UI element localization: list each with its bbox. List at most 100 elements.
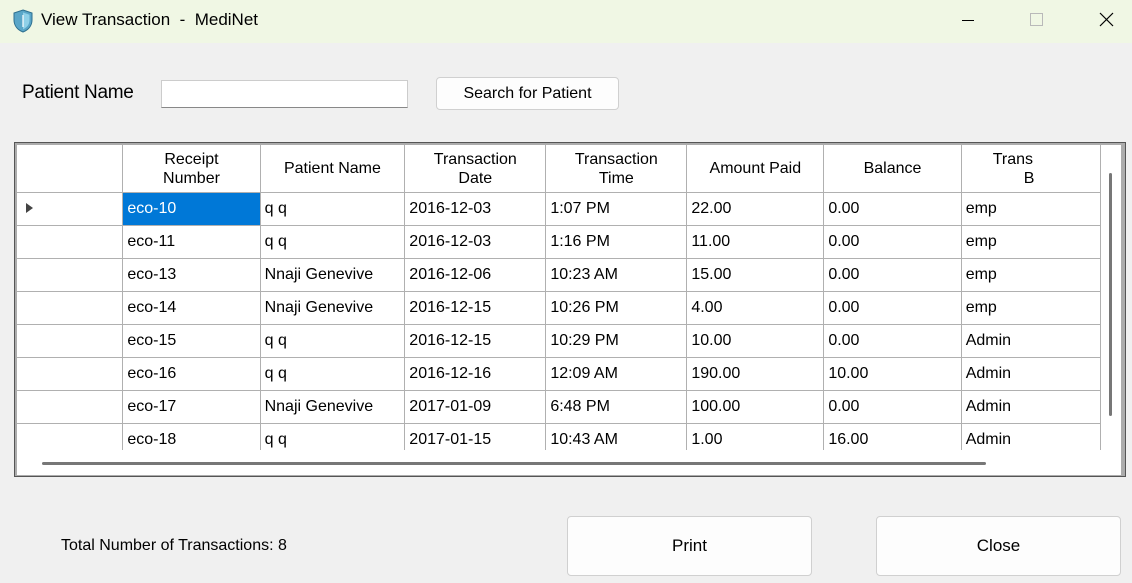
row-header[interactable]: [17, 258, 124, 292]
amount-paid-cell[interactable]: 10.00: [686, 324, 825, 358]
column-header-transaction-date[interactable]: Transaction Date: [404, 145, 547, 193]
patient-name-input[interactable]: [161, 80, 408, 108]
receipt-number-cell[interactable]: eco-15: [122, 324, 261, 358]
transaction-date-cell[interactable]: 2017-01-09: [404, 390, 547, 424]
transacted-by-cell[interactable]: Admin: [961, 423, 1101, 450]
table-row[interactable]: eco-10 q q 2016-12-03 1:07 PM 22.00 0.00 emp: [17, 192, 1101, 226]
transaction-time-cell[interactable]: 6:48 PM: [545, 390, 688, 424]
transaction-time-cell[interactable]: 1:07 PM: [545, 192, 688, 226]
patient-name-label: Patient Name: [22, 82, 134, 103]
row-header[interactable]: [17, 357, 124, 391]
patient-name-cell[interactable]: q q: [260, 192, 406, 226]
row-header[interactable]: [17, 291, 124, 325]
transaction-time-cell[interactable]: 12:09 AM: [545, 357, 688, 391]
transactions-grid[interactable]: Receipt Number Patient Name Transaction Da…: [14, 142, 1126, 477]
patient-name-cell[interactable]: Nnaji Genevive: [260, 390, 406, 424]
table-row[interactable]: eco-13 Nnaji Genevive 2016-12-06 10:23 AM 15…: [17, 258, 1101, 292]
horizontal-scroll-thumb[interactable]: [42, 462, 986, 465]
table-row[interactable]: eco-15 q q 2016-12-15 10:29 PM 10.00 0.00 Admi…: [17, 324, 1101, 358]
column-header-receipt-number[interactable]: Receipt Number: [122, 145, 261, 193]
transaction-time-cell[interactable]: 1:16 PM: [545, 225, 688, 259]
search-for-patient-button[interactable]: Search for Patient: [436, 77, 619, 110]
receipt-number-cell[interactable]: eco-11: [122, 225, 261, 259]
table-row[interactable]: eco-17 Nnaji Genevive 2017-01-09 6:48 PM 100…: [17, 390, 1101, 424]
row-header[interactable]: [17, 225, 124, 259]
transacted-by-cell[interactable]: emp: [961, 192, 1101, 226]
receipt-number-cell[interactable]: eco-16: [122, 357, 261, 391]
column-header-balance[interactable]: Balance: [823, 145, 962, 193]
header-row: Receipt Number Patient Name Transaction Da…: [17, 145, 1101, 193]
receipt-number-cell[interactable]: eco-14: [122, 291, 261, 325]
row-header-corner: [17, 145, 124, 193]
transaction-date-cell[interactable]: 2017-01-15: [404, 423, 547, 450]
patient-name-cell[interactable]: q q: [260, 225, 406, 259]
transaction-time-cell[interactable]: 10:29 PM: [545, 324, 688, 358]
table-row[interactable]: eco-14 Nnaji Genevive 2016-12-15 10:26 PM 4.…: [17, 291, 1101, 325]
minimize-button[interactable]: [934, 0, 1004, 40]
table-row[interactable]: eco-16 q q 2016-12-16 12:09 AM 190.00 10.00 Ad…: [17, 357, 1101, 391]
close-window-button[interactable]: [1071, 0, 1132, 40]
transaction-date-cell[interactable]: 2016-12-15: [404, 324, 547, 358]
transacted-by-cell[interactable]: Admin: [961, 357, 1101, 391]
transaction-time-cell[interactable]: 10:43 AM: [545, 423, 688, 450]
balance-cell[interactable]: 16.00: [823, 423, 962, 450]
receipt-number-cell[interactable]: eco-18: [122, 423, 261, 450]
patient-name-cell[interactable]: q q: [260, 357, 406, 391]
transaction-time-cell[interactable]: 10:23 AM: [545, 258, 688, 292]
amount-paid-cell[interactable]: 22.00: [686, 192, 825, 226]
row-header[interactable]: [17, 324, 124, 358]
transaction-date-cell[interactable]: 2016-12-16: [404, 357, 547, 391]
transacted-by-cell[interactable]: emp: [961, 258, 1101, 292]
transacted-by-cell[interactable]: Admin: [961, 390, 1101, 424]
transaction-date-cell[interactable]: 2016-12-15: [404, 291, 547, 325]
print-button[interactable]: Print: [567, 516, 812, 576]
patient-name-cell[interactable]: Nnaji Genevive: [260, 291, 406, 325]
transaction-time-cell[interactable]: 10:26 PM: [545, 291, 688, 325]
amount-paid-cell[interactable]: 11.00: [686, 225, 825, 259]
table-row[interactable]: eco-18 q q 2017-01-15 10:43 AM 1.00 16.00 Admi…: [17, 423, 1101, 450]
balance-cell[interactable]: 0.00: [823, 192, 962, 226]
patient-name-cell[interactable]: Nnaji Genevive: [260, 258, 406, 292]
receipt-number-cell[interactable]: eco-10: [122, 192, 261, 226]
transacted-by-cell[interactable]: Admin: [961, 324, 1101, 358]
transaction-date-cell[interactable]: 2016-12-06: [404, 258, 547, 292]
window-title: View Transaction - MediNet: [41, 10, 258, 29]
balance-cell[interactable]: 0.00: [823, 258, 962, 292]
close-button[interactable]: Close: [876, 516, 1121, 576]
grid-viewport: Receipt Number Patient Name Transaction Da…: [17, 145, 1101, 450]
balance-cell[interactable]: 10.00: [823, 357, 962, 391]
balance-cell[interactable]: 0.00: [823, 225, 962, 259]
balance-cell[interactable]: 0.00: [823, 390, 962, 424]
receipt-number-cell[interactable]: eco-13: [122, 258, 261, 292]
transactions-table: Receipt Number Patient Name Transaction Da…: [17, 145, 1101, 450]
column-header-transaction-time[interactable]: Transaction Time: [545, 145, 688, 193]
row-header[interactable]: [17, 192, 124, 226]
amount-paid-cell[interactable]: 4.00: [686, 291, 825, 325]
receipt-number-cell[interactable]: eco-17: [122, 390, 261, 424]
maximize-button[interactable]: [1001, 0, 1071, 40]
amount-paid-cell[interactable]: 190.00: [686, 357, 825, 391]
vertical-scrollbar[interactable]: [1101, 145, 1121, 450]
row-pointer-arrow-icon: [26, 203, 33, 213]
vertical-scroll-thumb[interactable]: [1109, 173, 1112, 416]
transaction-date-cell[interactable]: 2016-12-03: [404, 192, 547, 226]
amount-paid-cell[interactable]: 15.00: [686, 258, 825, 292]
amount-paid-cell[interactable]: 1.00: [686, 423, 825, 450]
balance-cell[interactable]: 0.00: [823, 324, 962, 358]
column-header-patient-name[interactable]: Patient Name: [260, 145, 406, 193]
title-bar: View Transaction - MediNet: [0, 0, 1132, 43]
transacted-by-cell[interactable]: emp: [961, 291, 1101, 325]
transacted-by-cell[interactable]: emp: [961, 225, 1101, 259]
row-header[interactable]: [17, 423, 124, 450]
amount-paid-cell[interactable]: 100.00: [686, 390, 825, 424]
horizontal-scrollbar[interactable]: [17, 450, 1121, 475]
table-row[interactable]: eco-11 q q 2016-12-03 1:16 PM 11.00 0.00 emp: [17, 225, 1101, 259]
patient-name-cell[interactable]: q q: [260, 423, 406, 450]
maximize-icon: [1030, 13, 1043, 26]
patient-name-cell[interactable]: q q: [260, 324, 406, 358]
transaction-date-cell[interactable]: 2016-12-03: [404, 225, 547, 259]
column-header-amount-paid[interactable]: Amount Paid: [686, 145, 825, 193]
balance-cell[interactable]: 0.00: [823, 291, 962, 325]
column-header-transacted-by[interactable]: Trans B: [961, 145, 1101, 193]
row-header[interactable]: [17, 390, 124, 424]
